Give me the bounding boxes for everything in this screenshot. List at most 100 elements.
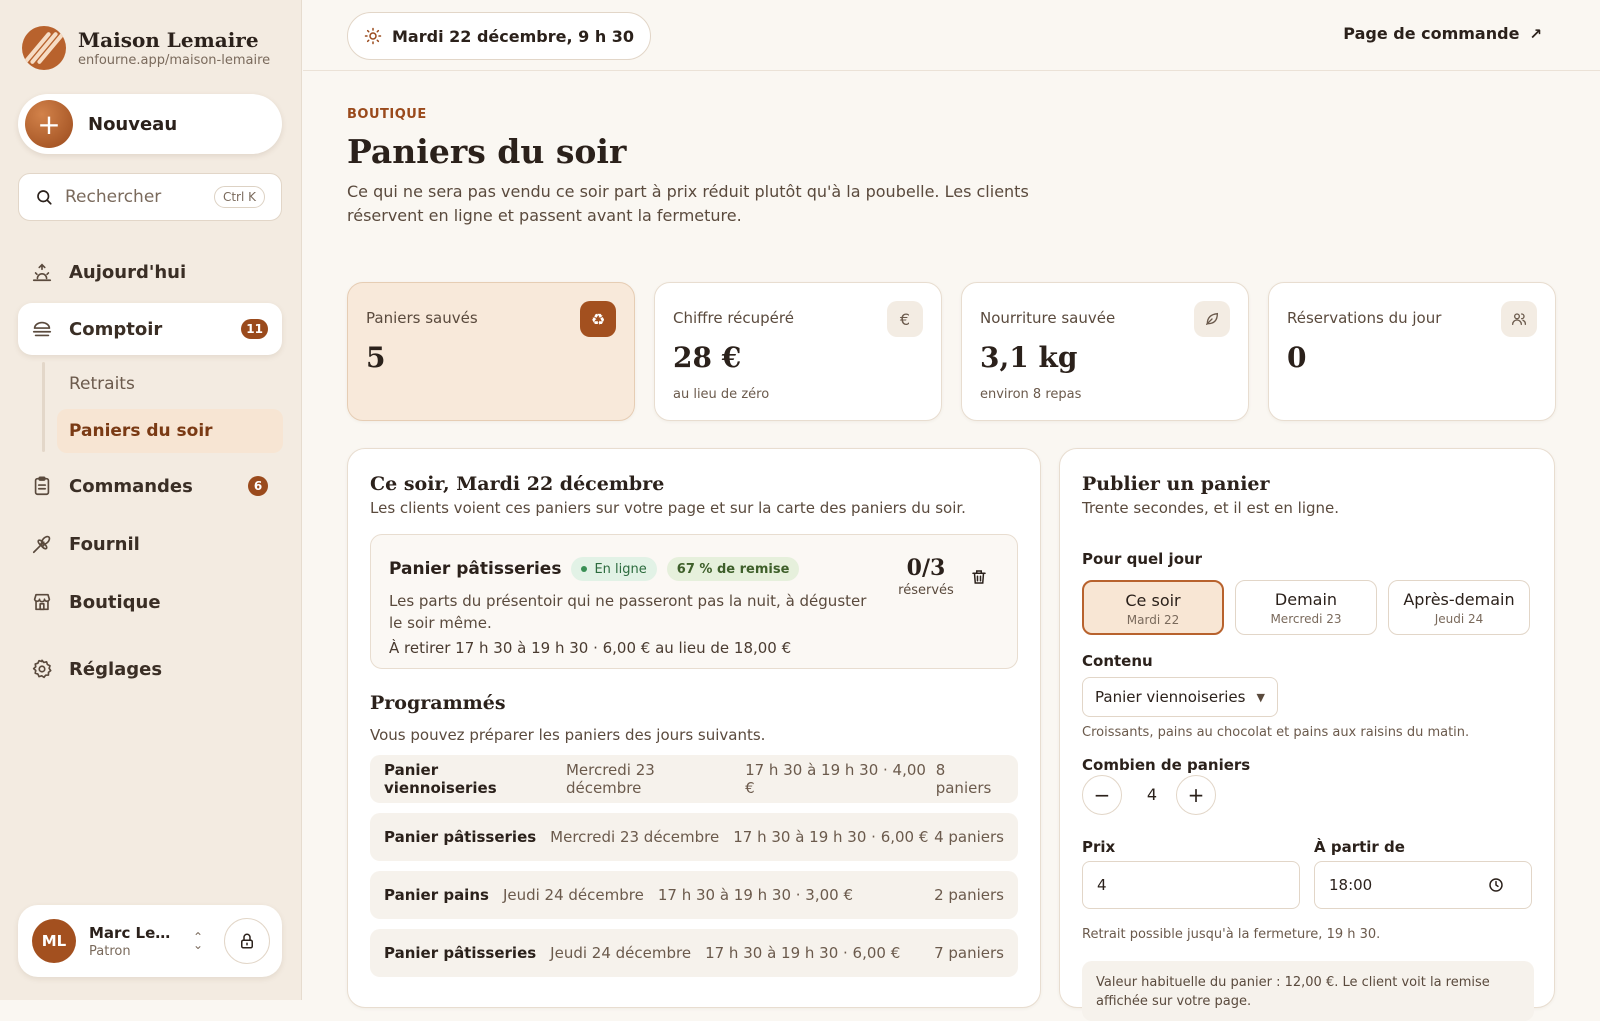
user-role: Patron (89, 943, 131, 959)
price-label: Prix (1082, 838, 1116, 856)
row-name: Panier pains (384, 886, 489, 904)
discount-badge: 67 % de remise (666, 557, 800, 581)
chevron-down-icon: ▼ (1256, 690, 1265, 704)
basket-name: Panier pâtisseries (389, 559, 562, 579)
day-label: Pour quel jour (1082, 550, 1203, 568)
stat-value: 3,1 kg (980, 341, 1078, 374)
orders-badge: 6 (248, 476, 268, 496)
search-input[interactable] (65, 187, 205, 207)
brand-logo-icon (22, 26, 66, 70)
stat-food-saved: Nourriture sauvée 3,1 kg environ 8 repas (961, 282, 1249, 421)
recycle-icon: ♻ (580, 301, 616, 337)
leaf-icon (1194, 301, 1230, 337)
sidebar-item-label: Aujourd'hui (69, 261, 187, 283)
date-pill[interactable]: Mardi 22 décembre, 9 h 30 (347, 12, 652, 60)
avatar: ML (32, 919, 76, 963)
new-button[interactable]: + Nouveau (18, 94, 282, 154)
day-option-label: Ce soir (1125, 591, 1181, 610)
sidebar-item-label: Comptoir (69, 318, 163, 340)
stat-label: Réservations du jour (1287, 309, 1442, 327)
user-card[interactable]: ML Marc Lem... Patron ⌃ ⌄ (18, 905, 282, 977)
delete-basket-button[interactable] (965, 563, 993, 591)
subnav-line (42, 362, 45, 452)
sidebar-item-counter[interactable]: Comptoir 11 (18, 303, 282, 355)
row-slot: 17 h 30 à 19 h 30 · 6,00 € (733, 828, 929, 846)
counter-badge: 11 (241, 319, 268, 339)
tonight-description: Les clients voient ces paniers sur votre… (370, 499, 966, 517)
row-slot: 17 h 30 à 19 h 30 · 4,00 € (745, 761, 926, 797)
tonight-card: Ce soir, Mardi 22 décembre Les clients v… (347, 448, 1041, 1008)
row-name: Panier pâtisseries (384, 944, 537, 962)
current-date: Mardi 22 décembre, 9 h 30 (392, 26, 635, 46)
trash-icon (972, 570, 986, 584)
decrement-button[interactable]: − (1082, 775, 1122, 815)
table-row[interactable]: Panier pains Jeudi 24 décembre 17 h 30 à… (370, 871, 1018, 919)
time-input[interactable] (1314, 861, 1532, 909)
publish-description: Trente secondes, et il est en ligne. (1082, 499, 1340, 517)
search-box[interactable]: Ctrl K (18, 173, 282, 221)
sidebar-item-label: Fournil (69, 533, 140, 555)
day-option-date: Mardi 22 (1126, 613, 1180, 627)
sidebar-item-label: Boutique (69, 591, 161, 613)
sidebar-item-settings[interactable]: Réglages (18, 643, 282, 695)
pickup-hint: Retrait possible jusqu'à la fermeture, 1… (1082, 927, 1381, 942)
stat-label: Chiffre récupéré (673, 309, 794, 327)
row-count: 2 paniers (934, 886, 1004, 904)
day-option-tomorrow[interactable]: Demain Mercredi 23 (1235, 580, 1377, 635)
table-row[interactable]: Panier pâtisseries Jeudi 24 décembre 17 … (370, 929, 1018, 977)
status-dot-icon (581, 566, 588, 572)
wheat-icon (30, 532, 54, 556)
search-shortcut: Ctrl K (213, 186, 265, 208)
brand[interactable]: Maison Lemaire enfourne.app/maison-lemai… (22, 26, 270, 70)
sidebar-subitem-pickups[interactable]: Retraits (57, 362, 283, 406)
stat-value: 0 (1287, 341, 1307, 374)
sidebar-subitem-evening-baskets[interactable]: Paniers du soir (57, 409, 283, 453)
increment-button[interactable]: + (1176, 775, 1216, 815)
tonight-basket[interactable]: Panier pâtisseries En ligne 67 % de remi… (370, 534, 1018, 669)
topbar: Mardi 22 décembre, 9 h 30 Page de comman… (303, 0, 1600, 71)
row-count: 8 paniers (935, 761, 992, 797)
sidebar-item-shop[interactable]: Boutique (18, 576, 282, 628)
brand-name: Maison Lemaire (78, 28, 259, 52)
stat-sub: au lieu de zéro (673, 387, 770, 402)
row-date: Mercredi 23 décembre (565, 761, 655, 797)
lock-icon (241, 933, 253, 949)
order-page-link-label: Page de commande (1343, 24, 1520, 43)
lock-button[interactable] (224, 918, 270, 964)
page-title: Paniers du soir (347, 132, 627, 171)
status-badge: En ligne (571, 557, 657, 581)
publish-title: Publier un panier (1082, 473, 1270, 495)
count-label: Combien de paniers (1082, 756, 1251, 774)
search-icon (37, 190, 52, 205)
scheduled-title: Programmés (370, 692, 506, 714)
new-button-label: Nouveau (88, 113, 178, 135)
sidebar-item-bakehouse[interactable]: Fournil (18, 518, 282, 570)
row-count: 7 paniers (934, 944, 1004, 962)
table-row[interactable]: Panier viennoiseries Mercredi 23 décembr… (370, 755, 1018, 803)
content-select[interactable]: Panier viennoiseries ▼ (1082, 677, 1278, 717)
sunrise-icon (30, 260, 54, 284)
order-page-link[interactable]: Page de commande ↗ (1343, 24, 1542, 43)
external-link-icon: ↗ (1529, 24, 1542, 43)
counter-icon (30, 317, 54, 341)
minus-icon: − (1093, 783, 1111, 807)
tonight-title: Ce soir, Mardi 22 décembre (370, 473, 665, 495)
basket-description: Les parts du présentoir qui ne passeront… (389, 592, 867, 632)
plus-icon: + (25, 100, 73, 148)
sidebar: Maison Lemaire enfourne.app/maison-lemai… (0, 0, 302, 1000)
stat-value: 28 € (673, 341, 742, 374)
sidebar-item-today[interactable]: Aujourd'hui (18, 246, 282, 298)
day-option-tonight[interactable]: Ce soir Mardi 22 (1082, 580, 1224, 635)
content-select-value: Panier viennoiseries (1095, 688, 1246, 706)
row-name: Panier viennoiseries (384, 761, 497, 797)
publish-card: Publier un panier Trente secondes, et il… (1059, 448, 1555, 1021)
stat-value: 5 (366, 341, 386, 374)
day-option-label: Demain (1274, 590, 1338, 609)
clipboard-icon (30, 474, 54, 498)
chevron-updown-icon[interactable]: ⌃ ⌄ (193, 931, 203, 951)
section-eyebrow: BOUTIQUE (347, 107, 427, 122)
day-option-after-tomorrow[interactable]: Après-demain Jeudi 24 (1388, 580, 1530, 635)
sidebar-item-orders[interactable]: Commandes 6 (18, 460, 282, 512)
price-input[interactable] (1082, 861, 1300, 909)
table-row[interactable]: Panier pâtisseries Mercredi 23 décembre … (370, 813, 1018, 861)
